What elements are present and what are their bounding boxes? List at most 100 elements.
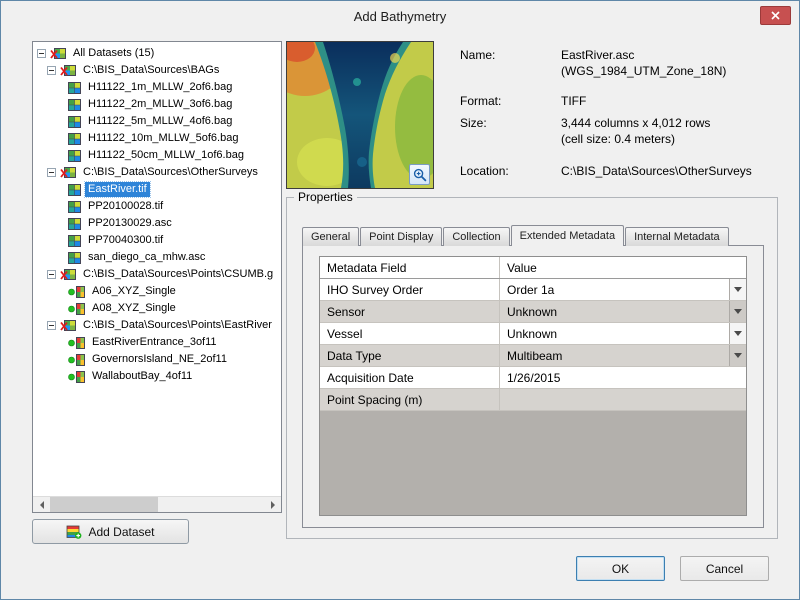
tree-item-label: PP70040300.tif <box>88 234 164 246</box>
tree-expander[interactable] <box>37 49 46 58</box>
tree-item[interactable]: EastRiver.tif <box>33 181 281 198</box>
dataset-icon <box>60 268 76 281</box>
metadata-row: IHO Survey Order Order 1a <box>320 279 746 301</box>
tree-item[interactable]: A08_XYZ_Single <box>33 300 281 317</box>
point-icon <box>68 370 85 383</box>
tab-collection[interactable]: Collection <box>443 227 510 246</box>
tree-item[interactable]: H11122_2m_MLLW_3of6.bag <box>33 96 281 113</box>
scrollbar-track[interactable] <box>158 497 264 512</box>
tree-item[interactable]: H11122_5m_MLLW_4of6.bag <box>33 113 281 130</box>
dataset-info: Name: EastRiver.asc (WGS_1984_UTM_Zone_1… <box>460 47 782 179</box>
add-dataset-button[interactable]: Add Dataset <box>32 519 189 544</box>
scroll-right-button[interactable] <box>264 497 281 512</box>
tree-item-label: GovernorsIsland_NE_2of11 <box>92 353 227 365</box>
tree-item-label: H11122_5m_MLLW_4of6.bag <box>88 115 233 127</box>
cancel-button[interactable]: Cancel <box>680 556 769 581</box>
metadata-grid: Metadata Field Value IHO Survey Order Order… <box>319 256 747 516</box>
raster-icon <box>68 81 81 94</box>
tab-general[interactable]: General <box>302 227 360 246</box>
column-header: Metadata Field <box>320 257 500 278</box>
tree-expander[interactable] <box>47 66 56 75</box>
dropdown-arrow-icon[interactable] <box>729 301 746 322</box>
tree-item-label: C:\BIS_Data\Sources\BAGs <box>83 64 220 76</box>
tree-item-label: C:\BIS_Data\Sources\Points\CSUMB.g <box>83 268 274 280</box>
metadata-row: Sensor Unknown <box>320 301 746 323</box>
format-label: Format: <box>460 94 502 108</box>
raster-icon <box>68 183 81 196</box>
scrollbar-thumb[interactable] <box>50 497 158 512</box>
tree-expander[interactable] <box>47 321 56 330</box>
raster-icon <box>68 149 81 162</box>
tree-item[interactable]: san_diego_ca_mhw.asc <box>33 249 281 266</box>
close-icon <box>771 11 780 20</box>
metadata-value-dropdown[interactable]: Order 1a <box>500 279 746 300</box>
tree-item-label: H11122_1m_MLLW_2of6.bag <box>88 81 233 93</box>
raster-icon <box>68 251 81 264</box>
tree-horizontal-scrollbar[interactable] <box>33 496 281 512</box>
projection-value: (WGS_1984_UTM_Zone_18N) <box>561 64 727 78</box>
add-dataset-icon <box>67 525 82 539</box>
tree-item-label: C:\BIS_Data\Sources\Points\EastRiver <box>83 319 272 331</box>
tree-item[interactable]: EastRiverEntrance_3of11 <box>33 334 281 351</box>
tree-expander[interactable] <box>47 270 56 279</box>
tab-internal-metadata[interactable]: Internal Metadata <box>625 227 729 246</box>
tree-item[interactable]: C:\BIS_Data\Sources\OtherSurveys <box>33 164 281 181</box>
ok-label: OK <box>611 561 630 576</box>
tree-item[interactable]: GovernorsIsland_NE_2of11 <box>33 351 281 368</box>
metadata-field-cell: Data Type <box>320 345 500 366</box>
tree-item-label: PP20130029.asc <box>88 217 172 229</box>
close-button[interactable] <box>760 6 791 25</box>
metadata-row: Data Type Multibeam <box>320 345 746 367</box>
tree-item[interactable]: A06_XYZ_Single <box>33 283 281 300</box>
tab-point-display[interactable]: Point Display <box>360 227 443 246</box>
name-value: EastRiver.asc <box>561 48 635 62</box>
tree-item-label: All Datasets (15) <box>73 47 155 59</box>
cancel-label: Cancel <box>705 561 744 576</box>
raster-icon <box>68 132 81 145</box>
tree-item-label: C:\BIS_Data\Sources\OtherSurveys <box>83 166 258 178</box>
tree-item[interactable]: H11122_1m_MLLW_2of6.bag <box>33 79 281 96</box>
dropdown-arrow-icon[interactable] <box>729 279 746 300</box>
ok-button[interactable]: OK <box>576 556 665 581</box>
tree-item[interactable]: All Datasets (15) <box>33 45 281 62</box>
tree-item[interactable]: C:\BIS_Data\Sources\Points\CSUMB.g <box>33 266 281 283</box>
tree-item-label: A08_XYZ_Single <box>92 302 176 314</box>
metadata-field-cell: Vessel <box>320 323 500 344</box>
tree-item[interactable]: WallaboutBay_4of11 <box>33 368 281 385</box>
tree-item[interactable]: PP20100028.tif <box>33 198 281 215</box>
tree-item[interactable]: H11122_50cm_MLLW_1of6.bag <box>33 147 281 164</box>
tree-item[interactable]: C:\BIS_Data\Sources\Points\EastRiver <box>33 317 281 334</box>
metadata-value-dropdown[interactable]: Unknown <box>500 323 746 344</box>
add-dataset-label: Add Dataset <box>88 524 155 539</box>
dialog-body: All Datasets (15) C:\BIS_Data\Sources\BAG… <box>1 31 799 599</box>
cell-size-value: (cell size: 0.4 meters) <box>561 132 676 146</box>
properties-group-label: Properties <box>294 190 357 204</box>
scroll-right-arrow-icon <box>270 500 275 509</box>
format-value: TIFF <box>561 94 587 108</box>
tree-item[interactable]: C:\BIS_Data\Sources\BAGs <box>33 62 281 79</box>
metadata-value-cell[interactable] <box>500 389 746 410</box>
dropdown-arrow-icon[interactable] <box>729 323 746 344</box>
scroll-left-button[interactable] <box>33 497 50 512</box>
metadata-value-dropdown[interactable]: Multibeam <box>500 345 746 366</box>
metadata-value-text: Order 1a <box>507 282 555 297</box>
tree-item[interactable]: H11122_10m_MLLW_5of6.bag <box>33 130 281 147</box>
dataset-icon <box>60 64 76 77</box>
tree-expander[interactable] <box>47 168 56 177</box>
metadata-value-text: Multibeam <box>507 348 563 363</box>
tree-item-label: H11122_2m_MLLW_3of6.bag <box>88 98 233 110</box>
titlebar[interactable]: Add Bathymetry <box>1 1 799 31</box>
tree-item-label: san_diego_ca_mhw.asc <box>88 251 206 263</box>
tab-extended-metadata[interactable]: Extended Metadata <box>510 225 625 247</box>
metadata-value-dropdown[interactable]: Unknown <box>500 301 746 322</box>
metadata-value-cell[interactable]: 1/26/2015 <box>500 367 746 388</box>
tree-item-label: EastRiver.tif <box>84 181 151 198</box>
dropdown-arrow-icon[interactable] <box>729 345 746 366</box>
tree-item-label: H11122_10m_MLLW_5of6.bag <box>88 132 239 144</box>
tree-item[interactable]: PP70040300.tif <box>33 232 281 249</box>
metadata-value-text: Unknown <box>507 304 558 319</box>
zoom-button[interactable] <box>409 164 430 185</box>
dataset-tree: All Datasets (15) C:\BIS_Data\Sources\BAG… <box>33 42 281 495</box>
grid-header-row: Metadata Field Value <box>320 257 746 279</box>
tree-item[interactable]: PP20130029.asc <box>33 215 281 232</box>
